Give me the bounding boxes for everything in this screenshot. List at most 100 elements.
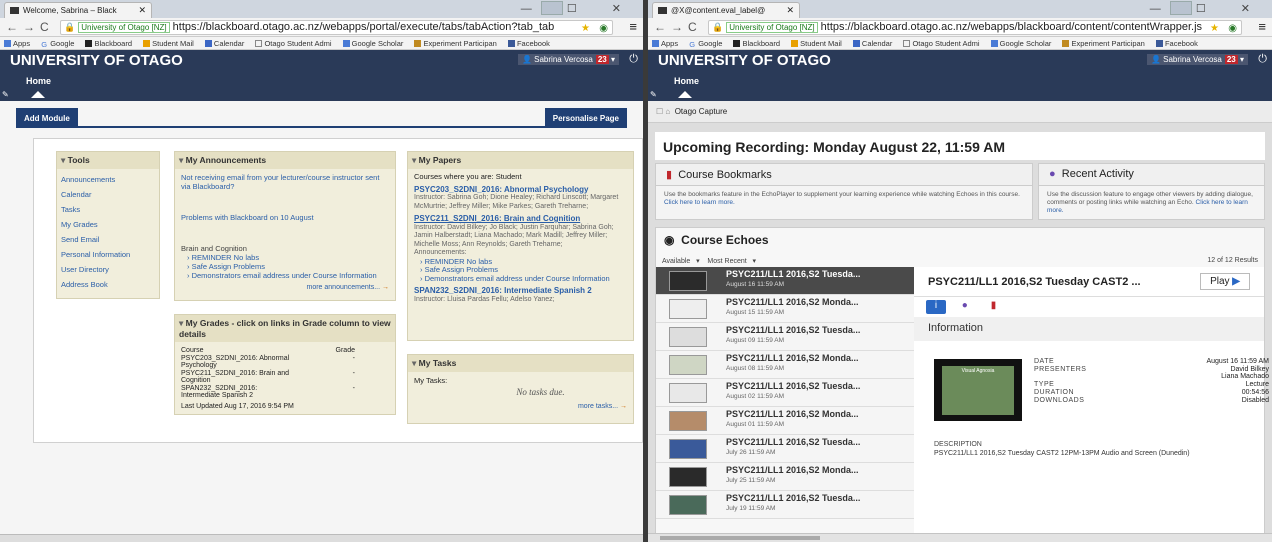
add-module-button[interactable]: Add Module [16, 108, 78, 128]
nav-buttons[interactable]: ←→C [6, 20, 54, 34]
announcement-item[interactable]: › REMINDER No labs [187, 253, 389, 262]
extension-icon[interactable]: ◉ [599, 22, 608, 34]
module-header[interactable]: ▾ My Tasks [408, 355, 633, 372]
extension-icon[interactable]: ◉ [1228, 22, 1237, 34]
logout-icon[interactable]: ⏻ [1258, 53, 1267, 66]
sort-dropdown[interactable]: Most Recent ▾ [707, 258, 756, 265]
video-thumbnail[interactable]: Visual Agnosia [934, 359, 1022, 421]
bookmark-blackboard[interactable]: Blackboard [733, 39, 780, 48]
bookmark-otago-admin[interactable]: Otago Student Admi [903, 39, 980, 48]
breadcrumb-item[interactable]: Otago Capture [675, 107, 727, 116]
announcement-link[interactable]: Problems with Blackboard on 10 August [181, 213, 389, 222]
bookmark-google[interactable]: G Google [689, 39, 722, 49]
module-header[interactable]: ▾ My Announcements [175, 152, 395, 169]
grade-row[interactable]: PSYC203_S2DNI_2016: Abnormal Psychology - [181, 355, 355, 369]
personalise-page-button[interactable]: Personalise Page [544, 108, 627, 128]
tool-calendar[interactable]: Calendar [61, 190, 159, 199]
scrollbar-thumb[interactable] [660, 536, 820, 540]
tool-tasks[interactable]: Tasks [61, 205, 159, 214]
close-tab-icon[interactable]: ✕ [138, 5, 146, 16]
logout-icon[interactable]: ⏻ [629, 53, 638, 66]
tab-home[interactable]: Home [674, 76, 699, 86]
url-input[interactable]: 🔒 University of Otago [NZ] https://blackb… [708, 20, 1242, 35]
module-header[interactable]: ▾ My Grades - click on links in Grade co… [175, 315, 395, 342]
url-input[interactable]: 🔒 University of Otago [NZ] https://blackb… [60, 20, 613, 35]
tool-personal-information[interactable]: Personal Information [61, 250, 159, 259]
paper-link[interactable]: PSYC211_S2DNI_2016: Brain and Cognition [414, 214, 627, 224]
bookmark-student-mail[interactable]: Student Mail [143, 39, 194, 48]
announcement-item[interactable]: › Safe Assign Problems [187, 262, 389, 271]
bookmark-blackboard[interactable]: Blackboard [85, 39, 132, 48]
browser-tab[interactable]: @X@content.eval_label@ ✕ [652, 2, 800, 18]
window-controls[interactable]: — ☐ ✕ [1150, 2, 1266, 15]
collapse-icon[interactable]: ☐ [656, 107, 663, 116]
bookmark-experiment[interactable]: Experiment Participan [414, 39, 497, 48]
menu-icon[interactable]: ≡ [1258, 19, 1266, 34]
browser-tab[interactable]: Welcome, Sabrina – Black ✕ [4, 2, 152, 18]
module-header[interactable]: ▾ Tools [57, 152, 159, 169]
university-logo[interactable]: UNIVERSITY OF OTAGO [658, 52, 831, 69]
grade-row[interactable]: PSYC211_S2DNI_2016: Brain and Cognition - [181, 370, 355, 384]
paper-link[interactable]: SPAN232_S2DNI_2016: Intermediate Spanish… [414, 286, 627, 296]
bookmark-student-mail[interactable]: Student Mail [791, 39, 842, 48]
tab-bookmark-icon[interactable]: ▮ [984, 300, 1004, 314]
horizontal-scrollbar[interactable] [0, 534, 643, 542]
announcement-link[interactable]: Not receiving email from your lecturer/c… [181, 173, 389, 191]
play-button[interactable]: Play ▶ [1200, 273, 1250, 290]
tab-info-icon[interactable]: i [926, 300, 946, 314]
bookmark-google-scholar[interactable]: Google Scholar [990, 39, 1051, 48]
university-logo[interactable]: UNIVERSITY OF OTAGO [10, 52, 183, 69]
bookmark-calendar[interactable]: Calendar [852, 39, 892, 48]
tools-module: ▾ Tools Announcements Calendar Tasks My … [56, 151, 160, 299]
tool-announcements[interactable]: Announcements [61, 175, 159, 184]
tab-discussion-icon[interactable]: ● [955, 300, 975, 314]
paper-announcement[interactable]: › Demonstrators email address under Cour… [420, 274, 627, 284]
list-item[interactable]: PSYC211/LL1 2016,S2 Tuesda... August 02 1… [656, 379, 914, 407]
edit-icon[interactable]: ✎ [650, 90, 657, 99]
grade-row[interactable]: SPAN232_S2DNI_2016: Intermediate Spanish… [181, 385, 355, 399]
echo-detail: PSYC211/LL1 2016,S2 Tuesday CAST2 ... Pla… [914, 267, 1269, 541]
close-tab-icon[interactable]: ✕ [786, 5, 794, 16]
bookmark-apps[interactable]: Apps [4, 39, 30, 48]
discussion-icon: ● [1049, 168, 1056, 180]
menu-icon[interactable]: ≡ [629, 19, 637, 34]
tool-user-directory[interactable]: User Directory [61, 265, 159, 274]
more-tasks-link[interactable]: more tasks... → [414, 403, 627, 410]
bookmark-facebook[interactable]: Facebook [507, 39, 550, 48]
bookmark-google-scholar[interactable]: Google Scholar [342, 39, 403, 48]
star-icon[interactable]: ★ [581, 22, 590, 34]
bookmark-calendar[interactable]: Calendar [204, 39, 244, 48]
user-menu[interactable]: 👤 Sabrina Vercosa 23 ▾ [517, 54, 619, 65]
tool-address-book[interactable]: Address Book [61, 280, 159, 289]
tool-send-email[interactable]: Send Email [61, 235, 159, 244]
bookmark-facebook[interactable]: Facebook [1155, 39, 1198, 48]
availability-dropdown[interactable]: Available ▾ [662, 258, 700, 265]
list-item[interactable]: PSYC211/LL1 2016,S2 Monda... August 01 11… [656, 407, 914, 435]
horizontal-scrollbar[interactable] [648, 533, 1272, 542]
tab-home[interactable]: Home [26, 76, 51, 86]
list-item[interactable]: PSYC211/LL1 2016,S2 Monda... August 08 11… [656, 351, 914, 379]
more-announcements-link[interactable]: more announcements... → [181, 284, 390, 291]
list-item[interactable]: PSYC211/LL1 2016,S2 Tuesda... July 19 11:… [656, 491, 914, 519]
echo-thumbnail [669, 495, 707, 515]
edit-icon[interactable]: ✎ [2, 90, 9, 99]
list-item[interactable]: PSYC211/LL1 2016,S2 Monda... July 25 11:5… [656, 463, 914, 491]
module-header[interactable]: ▾ My Papers [408, 152, 633, 169]
learn-more-link[interactable]: Click here to learn more. [664, 199, 735, 206]
user-menu[interactable]: 👤 Sabrina Vercosa 23 ▾ [1146, 54, 1248, 65]
announcement-item[interactable]: › Demonstrators email address under Cour… [187, 271, 389, 280]
window-controls[interactable]: — ☐ ✕ [521, 2, 637, 15]
list-item[interactable]: PSYC211/LL1 2016,S2 Tuesda... August 16 1… [656, 267, 914, 295]
bookmark-experiment[interactable]: Experiment Participan [1062, 39, 1145, 48]
bookmark-otago-admin[interactable]: Otago Student Admi [255, 39, 332, 48]
nav-buttons[interactable]: ←→C [654, 20, 702, 34]
list-item[interactable]: PSYC211/LL1 2016,S2 Monda... August 15 11… [656, 295, 914, 323]
paper-link[interactable]: PSYC203_S2DNI_2016: Abnormal Psychology [414, 185, 627, 195]
bookmark-google[interactable]: G Google [41, 39, 74, 49]
list-item[interactable]: PSYC211/LL1 2016,S2 Tuesda... August 09 1… [656, 323, 914, 351]
star-icon[interactable]: ★ [1210, 22, 1219, 34]
bookmark-apps[interactable]: Apps [652, 39, 678, 48]
home-crumb-icon[interactable]: ⌂ [665, 107, 670, 116]
tool-my-grades[interactable]: My Grades [61, 220, 159, 229]
list-item[interactable]: PSYC211/LL1 2016,S2 Tuesda... July 26 11:… [656, 435, 914, 463]
